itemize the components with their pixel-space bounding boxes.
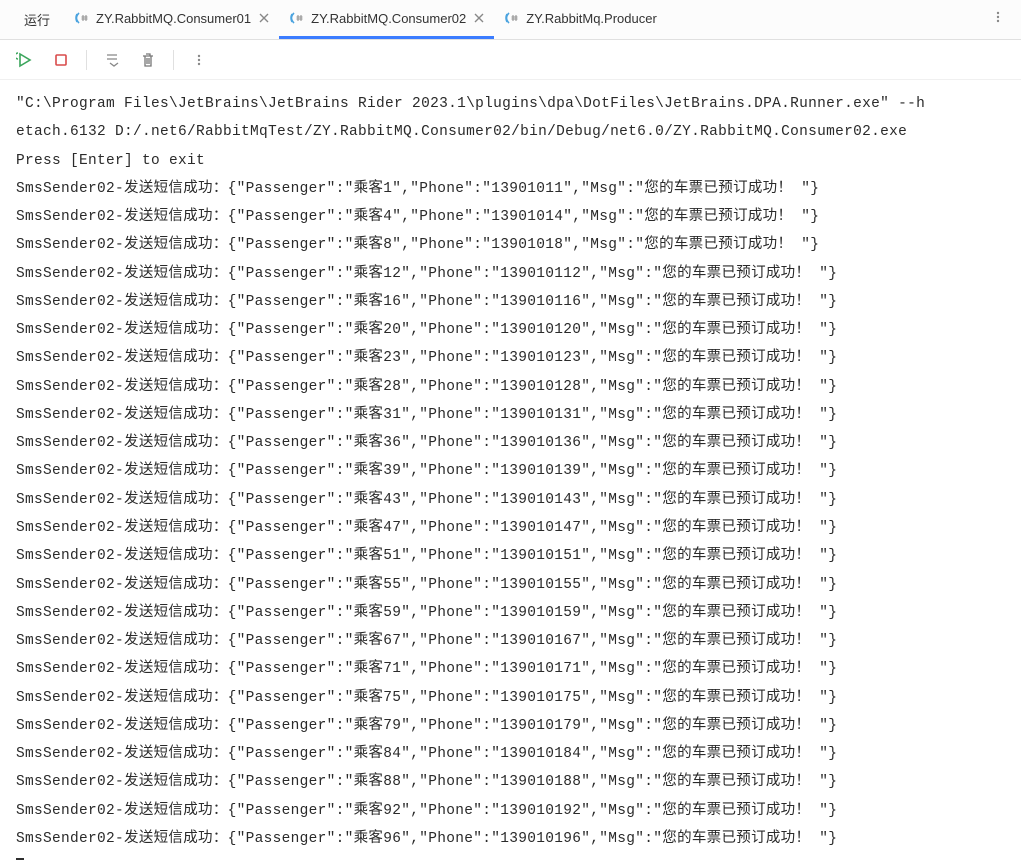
tabs-bar: 运行 ZY.RabbitMQ.Consumer01 ZY.RabbitMQ.Co… — [0, 0, 1021, 40]
console-line: SmsSender02-发送短信成功：{"Passenger":"乘客84","… — [16, 740, 1005, 768]
console-line: SmsSender02-发送短信成功：{"Passenger":"乘客36","… — [16, 429, 1005, 457]
rerun-icon[interactable] — [14, 49, 36, 71]
console-line: SmsSender02-发送短信成功：{"Passenger":"乘客71","… — [16, 655, 1005, 683]
console-line: "C:\Program Files\JetBrains\JetBrains Ri… — [16, 90, 1005, 118]
console-line: SmsSender02-发送短信成功：{"Passenger":"乘客67","… — [16, 627, 1005, 655]
divider — [86, 50, 87, 70]
console-output[interactable]: "C:\Program Files\JetBrains\JetBrains Ri… — [0, 80, 1021, 860]
console-line: SmsSender02-发送短信成功：{"Passenger":"乘客31","… — [16, 401, 1005, 429]
console-line: SmsSender02-发送短信成功：{"Passenger":"乘客51","… — [16, 542, 1005, 570]
run-label: 运行 — [10, 10, 64, 29]
tab-label: ZY.RabbitMQ.Consumer02 — [311, 11, 466, 26]
tab-producer[interactable]: ZY.RabbitMq.Producer — [494, 0, 667, 39]
console-line: SmsSender02-发送短信成功：{"Passenger":"乘客23","… — [16, 344, 1005, 372]
console-line: SmsSender02-发送短信成功：{"Passenger":"乘客43","… — [16, 486, 1005, 514]
console-line: SmsSender02-发送短信成功：{"Passenger":"乘客47","… — [16, 514, 1005, 542]
console-line: SmsSender02-发送短信成功：{"Passenger":"乘客8","P… — [16, 231, 1005, 259]
console-line: SmsSender02-发送短信成功：{"Passenger":"乘客16","… — [16, 288, 1005, 316]
console-line: SmsSender02-发送短信成功：{"Passenger":"乘客28","… — [16, 373, 1005, 401]
toolbar — [0, 40, 1021, 80]
tab-label: ZY.RabbitMq.Producer — [526, 11, 657, 26]
tab-consumer02[interactable]: ZY.RabbitMQ.Consumer02 — [279, 0, 494, 39]
console-line: SmsSender02-发送短信成功：{"Passenger":"乘客96","… — [16, 825, 1005, 853]
close-icon[interactable] — [474, 13, 484, 23]
trash-icon[interactable] — [137, 49, 159, 71]
divider — [173, 50, 174, 70]
console-line: SmsSender02-发送短信成功：{"Passenger":"乘客1","P… — [16, 175, 1005, 203]
stop-icon[interactable] — [50, 49, 72, 71]
tab-consumer01[interactable]: ZY.RabbitMQ.Consumer01 — [64, 0, 279, 39]
console-line: SmsSender02-发送短信成功：{"Passenger":"乘客4","P… — [16, 203, 1005, 231]
console-line: SmsSender02-发送短信成功：{"Passenger":"乘客39","… — [16, 457, 1005, 485]
console-line: SmsSender02-发送短信成功：{"Passenger":"乘客20","… — [16, 316, 1005, 344]
console-line: SmsSender02-发送短信成功：{"Passenger":"乘客55","… — [16, 571, 1005, 599]
csharp-icon — [74, 10, 90, 26]
tab-label: ZY.RabbitMQ.Consumer01 — [96, 11, 251, 26]
more-menu-icon[interactable] — [985, 4, 1011, 35]
scroll-end-icon[interactable] — [101, 49, 123, 71]
console-line: SmsSender02-发送短信成功：{"Passenger":"乘客92","… — [16, 797, 1005, 825]
console-line: etach.6132 D:/.net6/RabbitMqTest/ZY.Rabb… — [16, 118, 1005, 146]
console-line: SmsSender02-发送短信成功：{"Passenger":"乘客12","… — [16, 260, 1005, 288]
console-line: SmsSender02-发送短信成功：{"Passenger":"乘客75","… — [16, 684, 1005, 712]
csharp-icon — [504, 10, 520, 26]
console-line: SmsSender02-发送短信成功：{"Passenger":"乘客79","… — [16, 712, 1005, 740]
csharp-icon — [289, 10, 305, 26]
console-line: Press [Enter] to exit — [16, 147, 1005, 175]
more-icon[interactable] — [188, 49, 210, 71]
console-line: SmsSender02-发送短信成功：{"Passenger":"乘客59","… — [16, 599, 1005, 627]
console-line: SmsSender02-发送短信成功：{"Passenger":"乘客88","… — [16, 768, 1005, 796]
close-icon[interactable] — [259, 13, 269, 23]
